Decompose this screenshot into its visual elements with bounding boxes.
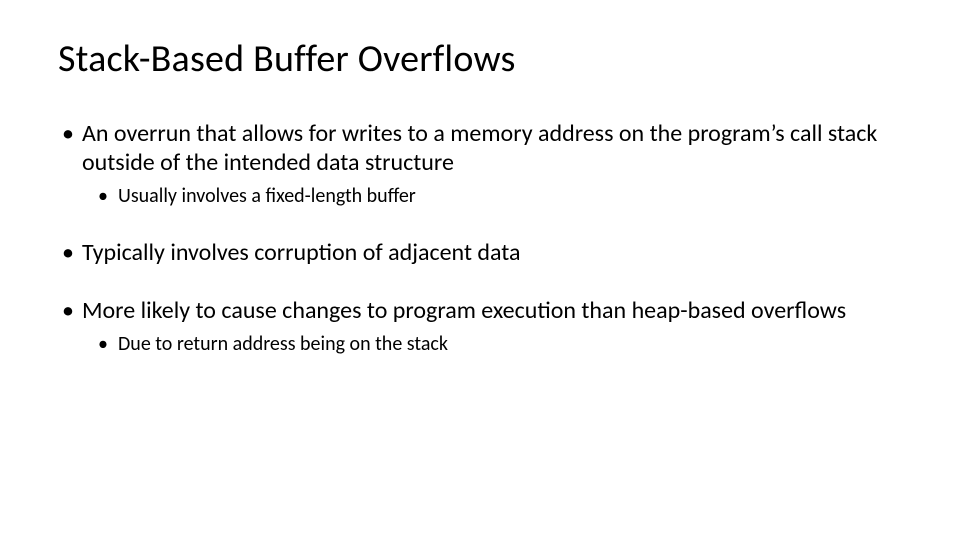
bullet-text: Due to return address being on the stack	[118, 332, 448, 356]
sub-list: Usually involves a fixed-length buffer	[82, 184, 902, 209]
list-item: An overrun that allows for writes to a m…	[58, 120, 902, 209]
sub-list: Due to return address being on the stack	[82, 332, 902, 357]
list-item: More likely to cause changes to program …	[58, 297, 902, 357]
bullet-text: Usually involves a fixed-length buffer	[118, 184, 416, 208]
list-item: Usually involves a fixed-length buffer	[94, 184, 902, 209]
bullet-text: An overrun that allows for writes to a m…	[82, 119, 877, 177]
slide: Stack-Based Buffer Overflows An overrun …	[0, 0, 960, 540]
list-item: Typically involves corruption of adjacen…	[58, 239, 902, 268]
bullet-text: Typically involves corruption of adjacen…	[82, 238, 521, 267]
list-item: Due to return address being on the stack	[94, 332, 902, 357]
slide-title: Stack-Based Buffer Overflows	[58, 36, 902, 82]
bullet-list: An overrun that allows for writes to a m…	[58, 120, 902, 357]
bullet-text: More likely to cause changes to program …	[82, 296, 846, 325]
